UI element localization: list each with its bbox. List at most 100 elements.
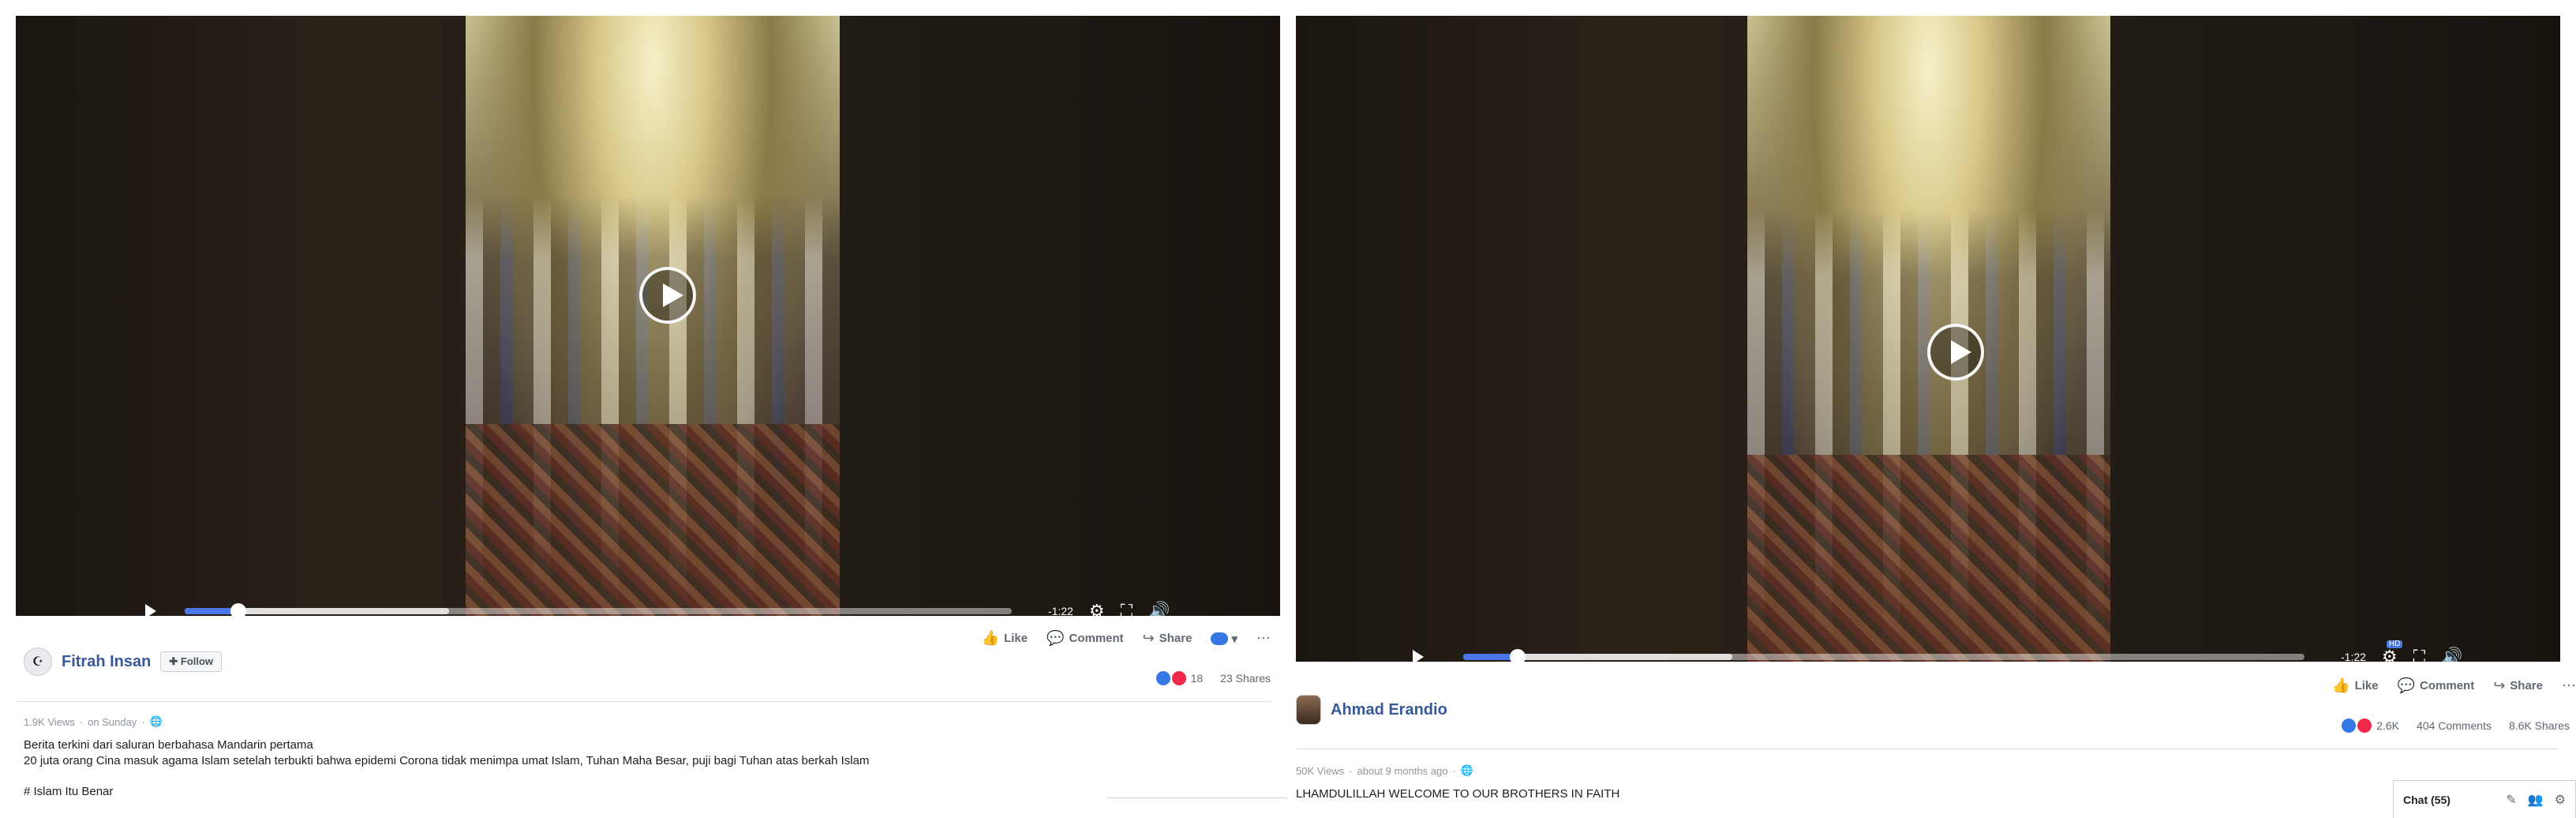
- more-button[interactable]: ⋯: [2562, 677, 2576, 694]
- volume-icon[interactable]: 🔊: [1148, 602, 1170, 617]
- reaction-summary[interactable]: 2.6K: [2342, 719, 2399, 733]
- thumbs-up-icon: 👍: [981, 630, 1000, 646]
- share-label: Share: [2510, 679, 2543, 692]
- share-icon: ↪: [1142, 630, 1155, 646]
- settings-icon[interactable]: ⚙: [2555, 792, 2566, 808]
- video-controls: -1:22 ⚙ HD ⛶ 🔊: [1296, 640, 2560, 662]
- progress-played: [1463, 654, 1514, 660]
- love-reaction-icon: [1171, 671, 1186, 685]
- post-meta: 50K Views · about 9 months ago · 🌐: [1296, 764, 1473, 777]
- progress-played: [185, 608, 234, 614]
- post-date[interactable]: about 9 months ago: [1357, 765, 1448, 777]
- reaction-count: 2.6K: [2376, 719, 2399, 732]
- comment-icon: 💬: [1046, 630, 1065, 646]
- share-button[interactable]: ↪ Share: [1143, 630, 1193, 647]
- compose-icon[interactable]: ✎: [2506, 792, 2516, 808]
- post-date[interactable]: on Sunday: [88, 716, 137, 728]
- hashtag[interactable]: # Islam Itu Benar: [24, 785, 113, 798]
- chevron-down-icon: ▾: [1231, 632, 1237, 646]
- post-actions: 👍 Like 💬 Comment ↪ Share ⋯: [2332, 677, 2576, 694]
- left-post: -1:22 ⚙ ⛶ 🔊 👍 Like 💬 Comment ↪ Share ▾ ⋯…: [0, 0, 1286, 818]
- more-icon: ⋯: [1256, 630, 1271, 646]
- meta-separator: ·: [1349, 764, 1353, 777]
- post-caption: LHAMDULILLAH WELCOME TO OUR BROTHERS IN …: [1296, 787, 1620, 801]
- follow-button[interactable]: ✚ Follow: [160, 651, 223, 672]
- right-post: -1:22 ⚙ HD ⛶ 🔊 👍 Like 💬 Comment ↪ Share ⋯…: [1296, 0, 2576, 818]
- meta-separator: ·: [79, 715, 84, 728]
- like-reaction-icon: [2342, 719, 2357, 733]
- globe-icon: 🌐: [149, 715, 163, 727]
- more-icon: ⋯: [2562, 677, 2576, 693]
- play-icon[interactable]: [145, 604, 156, 616]
- chat-label: Chat (55): [2403, 793, 2451, 806]
- love-reaction-icon: [2357, 719, 2372, 733]
- progress-knob[interactable]: [230, 603, 246, 616]
- gear-icon[interactable]: ⚙: [1089, 602, 1105, 617]
- post-caption: Berita terkini dari saluran berbahasa Ma…: [24, 737, 869, 769]
- play-icon[interactable]: [1413, 650, 1424, 662]
- follow-icon: ✚: [169, 655, 181, 667]
- progress-bar[interactable]: [185, 603, 1012, 616]
- like-label: Like: [2354, 679, 2379, 692]
- chat-actions: ✎ 👥 ⚙: [2506, 792, 2566, 808]
- hd-badge: HD: [2386, 640, 2403, 648]
- share-count[interactable]: 23 Shares: [1220, 672, 1271, 685]
- author-name[interactable]: Ahmad Erandio: [1331, 701, 1447, 719]
- reaction-chooser[interactable]: ▾: [1211, 632, 1237, 646]
- gear-icon[interactable]: ⚙ HD: [2382, 640, 2403, 662]
- meta-separator-2: ·: [1452, 764, 1456, 777]
- share-button[interactable]: ↪ Share: [2493, 677, 2543, 694]
- video-controls: -1:22 ⚙ ⛶ 🔊: [16, 595, 1280, 616]
- like-button[interactable]: 👍 Like: [982, 630, 1028, 647]
- follow-label: Follow: [180, 655, 214, 667]
- group-icon[interactable]: 👥: [2528, 792, 2544, 808]
- comment-button[interactable]: 💬 Comment: [2398, 677, 2475, 694]
- reaction-count: 18: [1190, 672, 1204, 685]
- video-floor: [466, 423, 840, 616]
- comment-button[interactable]: 💬 Comment: [1046, 630, 1124, 647]
- meta-separator-2: ·: [141, 715, 145, 728]
- video-floor: [1747, 455, 2110, 662]
- post-author: Ahmad Erandio: [1296, 695, 1447, 725]
- share-count[interactable]: 8.6K Shares: [2509, 719, 2570, 732]
- post-author: ☪ Fitrah Insan ✚ Follow: [24, 647, 223, 676]
- caption-line: 20 juta orang Cina masuk agama Islam set…: [24, 754, 870, 767]
- post-actions: 👍 Like 💬 Comment ↪ Share ▾ ⋯: [982, 630, 1271, 647]
- video-frame: [1747, 16, 2110, 662]
- chat-bar[interactable]: Chat (55) ✎ 👥 ⚙: [2393, 780, 2576, 818]
- volume-icon[interactable]: 🔊: [2441, 648, 2462, 662]
- reaction-summary[interactable]: 18: [1155, 671, 1204, 685]
- comment-count[interactable]: 404 Comments: [2417, 719, 2492, 732]
- fullscreen-icon[interactable]: ⛶: [2413, 648, 2425, 662]
- thumbs-up-icon: 👍: [2332, 677, 2350, 693]
- comment-label: Comment: [2420, 679, 2475, 692]
- post-stats: 2.6K 404 Comments 8.6K Shares: [2342, 719, 2570, 733]
- fullscreen-icon[interactable]: ⛶: [1121, 602, 1133, 617]
- avatar[interactable]: ☪: [24, 647, 52, 676]
- share-label: Share: [1159, 632, 1193, 645]
- avatar[interactable]: [1296, 695, 1321, 725]
- caption-line: Berita terkini dari saluran berbahasa Ma…: [24, 738, 313, 752]
- video-player[interactable]: -1:22 ⚙ ⛶ 🔊: [16, 16, 1280, 616]
- time-remaining: -1:22: [1048, 605, 1073, 616]
- divider: [16, 701, 1271, 702]
- divider: [1106, 797, 1286, 798]
- play-overlay-icon[interactable]: [1927, 324, 1984, 381]
- comment-label: Comment: [1069, 632, 1124, 645]
- progress-knob[interactable]: [1509, 649, 1526, 662]
- play-overlay-icon[interactable]: [639, 267, 696, 324]
- video-player[interactable]: -1:22 ⚙ HD ⛶ 🔊: [1296, 16, 2560, 662]
- view-count: 50K Views: [1296, 764, 1345, 777]
- view-count: 1.9K Views: [24, 715, 75, 728]
- post-stats: 18 23 Shares: [1155, 671, 1271, 685]
- like-button[interactable]: 👍 Like: [2332, 677, 2378, 694]
- more-button[interactable]: ⋯: [1256, 630, 1271, 647]
- time-remaining: -1:22: [2341, 651, 2366, 662]
- post-meta: 1.9K Views · on Sunday · 🌐: [24, 715, 163, 728]
- like-reaction-icon: [1155, 671, 1170, 685]
- progress-bar[interactable]: [1463, 649, 2305, 662]
- globe-icon: 🌐: [1460, 764, 1473, 776]
- like-label: Like: [1004, 632, 1028, 645]
- author-name[interactable]: Fitrah Insan: [62, 653, 151, 671]
- reaction-chooser-icon: [1211, 632, 1229, 645]
